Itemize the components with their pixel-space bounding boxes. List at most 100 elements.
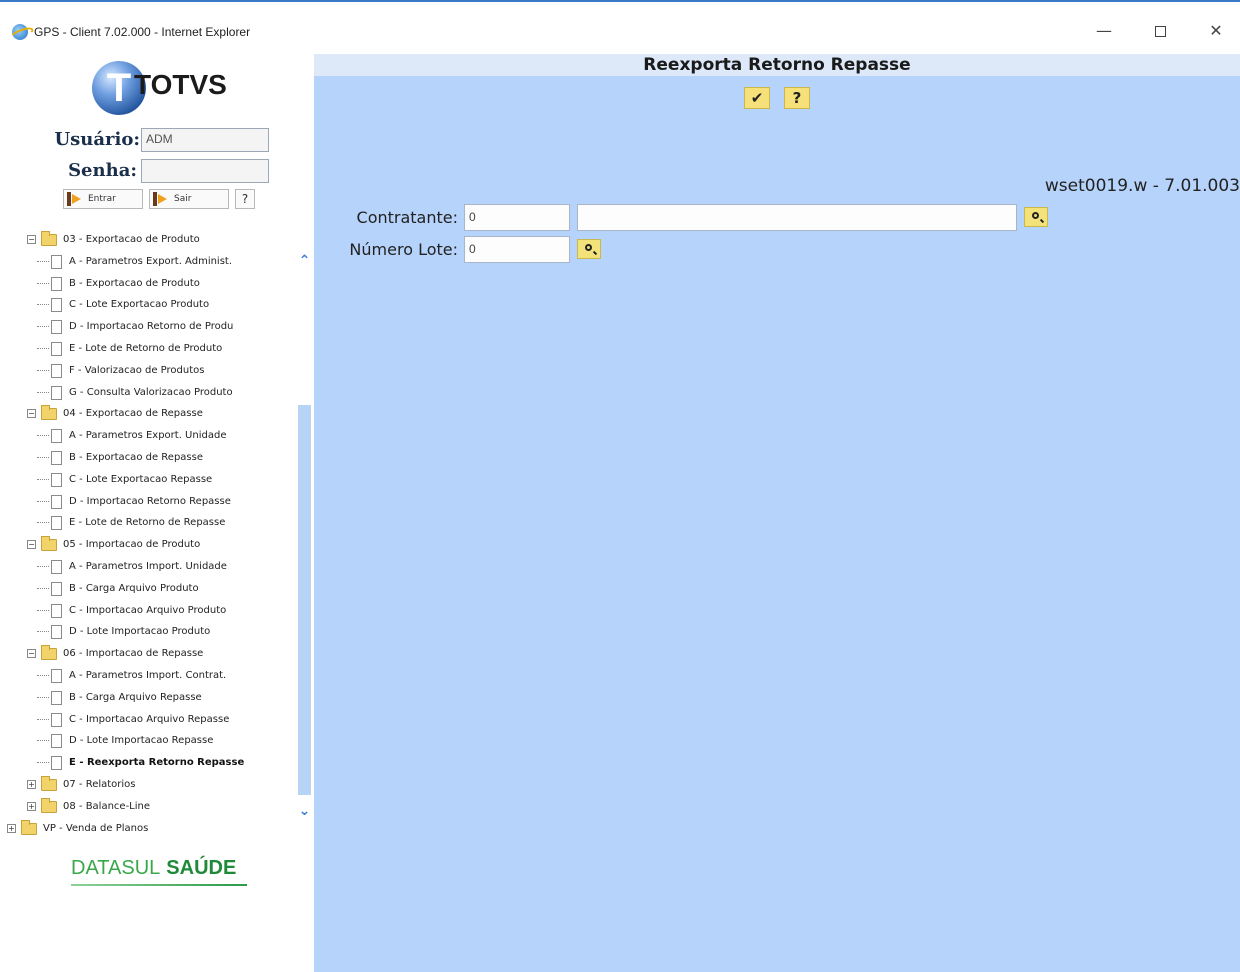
tree-item-label: E - Lote de Retorno de Repasse <box>69 517 226 529</box>
document-icon <box>51 625 62 640</box>
document-icon <box>51 363 62 378</box>
tree-item-label: B - Exportacao de Produto <box>69 277 200 289</box>
brand-left: DATASUL <box>71 857 161 879</box>
document-icon <box>51 451 62 465</box>
left-navigation-frame: T TOTVS Usuário: ADM Senha: Entrar Sair … <box>5 51 312 972</box>
contratante-name-input[interactable] <box>577 204 1017 231</box>
search-icon <box>585 244 592 251</box>
folder-icon <box>41 405 57 421</box>
document-icon <box>51 494 62 509</box>
tree-item-label: B - Carga Arquivo Produto <box>69 582 199 594</box>
tree-folder-label: VP - Venda de Planos <box>43 822 149 834</box>
window-title-bar: GPS - Client 7.02.000 - Internet Explore… <box>0 0 1240 46</box>
logo-text: TOTVS <box>134 69 227 100</box>
maximize-button[interactable] <box>1140 16 1180 46</box>
document-icon <box>51 560 62 574</box>
tree-folder-label: 03 - Exportacao de Produto <box>63 234 200 245</box>
minimize-button[interactable]: — <box>1084 16 1124 46</box>
folder-icon <box>41 645 57 661</box>
folder-icon <box>21 819 37 835</box>
totvs-logo: T TOTVS <box>92 59 252 119</box>
tree-item-label: G - Consulta Valorizacao Produto <box>69 386 233 398</box>
tree-item-label: D - Lote Importacao Produto <box>69 626 211 638</box>
document-icon <box>51 320 62 335</box>
document-icon <box>51 669 62 683</box>
tree-item-label: E - Lote de Retorno de Produto <box>69 343 223 354</box>
tree-item-label: B - Exportacao de Repasse <box>69 452 203 463</box>
user-field[interactable]: ADM <box>141 128 269 152</box>
tree-connector <box>37 609 49 611</box>
tree-connector <box>37 675 49 676</box>
tree-connector <box>37 457 49 458</box>
expand-icon[interactable]: + <box>7 823 16 833</box>
contratante-label: Contratante: <box>356 208 458 227</box>
contratante-code-input[interactable]: 0 <box>464 204 570 231</box>
collapse-icon[interactable]: − <box>27 540 36 550</box>
document-icon <box>51 581 62 596</box>
tree-connector <box>37 718 49 720</box>
tree-item-label: A - Parametros Export. Administ. <box>69 255 233 267</box>
folder-icon <box>41 536 57 552</box>
tree-connector <box>37 326 49 328</box>
brand-right: SAÚDE <box>166 857 237 879</box>
document-icon <box>51 690 62 705</box>
scroll-thumb[interactable] <box>298 405 311 795</box>
tree-connector <box>37 522 49 524</box>
document-icon <box>51 472 62 487</box>
enter-icon <box>67 192 83 206</box>
lote-search-button[interactable] <box>577 239 601 259</box>
document-icon <box>51 254 62 269</box>
tree-folder-label: 05 - Importacao de Produto <box>63 539 201 551</box>
collapse-icon[interactable]: − <box>27 649 36 659</box>
confirm-button[interactable]: ✔ <box>744 87 770 109</box>
lote-input[interactable]: 0 <box>464 236 570 263</box>
exit-label: Sair <box>174 194 192 204</box>
document-icon <box>51 603 62 618</box>
document-icon <box>51 342 62 356</box>
user-label: Usuário: <box>54 129 140 150</box>
password-field[interactable] <box>141 159 269 183</box>
folder-icon <box>41 797 57 813</box>
internet-explorer-icon <box>12 24 28 40</box>
tree-connector <box>37 631 49 633</box>
expand-icon[interactable]: + <box>27 780 36 789</box>
tree-folder-label: 06 - Importacao de Repasse <box>63 648 204 660</box>
close-button[interactable]: ✕ <box>1196 16 1236 46</box>
document-icon <box>51 276 62 291</box>
folder-icon <box>41 776 57 791</box>
exit-button[interactable]: Sair <box>149 189 229 209</box>
document-icon <box>51 385 62 400</box>
page-title: Reexporta Retorno Repasse <box>314 54 1240 76</box>
tree-item-label: D - Importacao Retorno de Produ <box>69 321 234 333</box>
enter-label: Entrar <box>88 194 116 204</box>
tree-connector <box>37 435 49 437</box>
tree-item-label: D - Lote Importacao Repasse <box>69 735 214 747</box>
tree-connector <box>37 478 49 480</box>
document-icon <box>51 516 62 531</box>
maximize-icon <box>1154 26 1166 37</box>
document-icon <box>51 429 62 444</box>
scroll-up-icon[interactable]: ⌃ <box>297 253 312 269</box>
tree-folder-label: 04 - Exportacao de Repasse <box>63 408 203 420</box>
tree-item-label: B - Carga Arquivo Repasse <box>69 691 202 703</box>
scroll-down-icon[interactable]: ⌄ <box>297 803 312 819</box>
tree-connector <box>37 348 49 349</box>
collapse-icon[interactable]: − <box>27 409 36 419</box>
tree-connector <box>37 587 49 589</box>
tree-item-label: C - Importacao Arquivo Produto <box>69 604 227 616</box>
tree-folder-label: 07 - Relatorios <box>63 779 136 790</box>
tree-connector <box>37 500 49 502</box>
expand-icon[interactable]: + <box>27 801 36 811</box>
tree-item-label: A - Parametros Export. Unidade <box>69 430 227 442</box>
help-button[interactable]: ? <box>235 189 255 209</box>
tree-folder-label: 08 - Balance-Line <box>63 800 151 812</box>
tree-connector <box>37 369 49 371</box>
tree-scrollbar[interactable]: ⌃ ⌄ <box>297 229 312 829</box>
document-icon <box>51 298 62 313</box>
document-icon <box>51 712 62 727</box>
enter-button[interactable]: Entrar <box>63 189 143 209</box>
contratante-search-button[interactable] <box>1024 207 1048 227</box>
tree-item-label: F - Valorizacao de Produtos <box>69 364 205 376</box>
collapse-icon[interactable]: − <box>27 235 36 244</box>
help-icon-button[interactable]: ? <box>784 87 810 109</box>
